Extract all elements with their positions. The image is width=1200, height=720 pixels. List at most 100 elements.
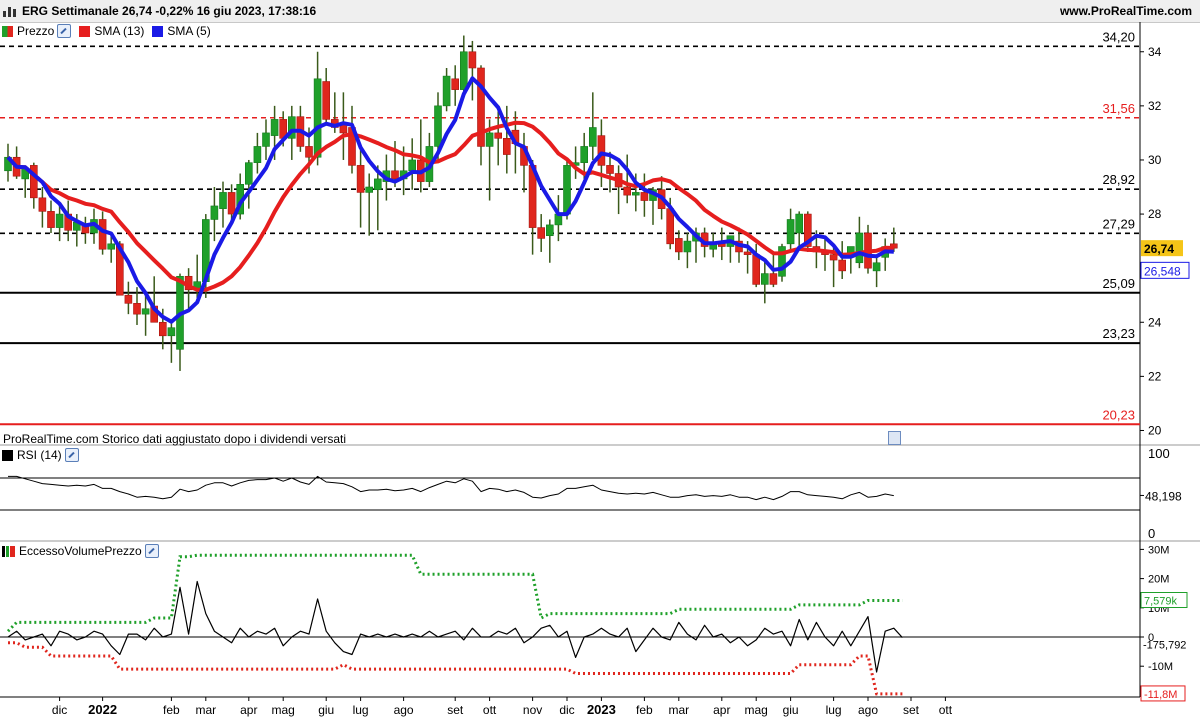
volume-excess-panel: -20M-10M010M20M30M7,579k-11,8M-175,792: [0, 544, 1188, 702]
candle-up: [855, 216, 864, 269]
legend-item-sma5[interactable]: SMA (5): [152, 24, 211, 38]
wrench-icon[interactable]: [57, 24, 72, 38]
time-tick-label: feb: [636, 703, 653, 717]
candle-body: [159, 321, 167, 337]
candle-up: [778, 243, 786, 282]
candle-down: [864, 224, 872, 274]
wrench-icon[interactable]: [64, 448, 79, 462]
chart-canvas: 202224262830323434,2031,5628,9227,2925,0…: [0, 22, 1200, 717]
candle-body: [47, 211, 55, 228]
time-tick-label: lug: [826, 703, 842, 717]
candle-up: [554, 195, 563, 242]
rsi-line: [8, 475, 894, 501]
time-tick-label: giu: [783, 703, 799, 717]
volume-tick-label: 30M: [1148, 544, 1169, 556]
time-tick-label: dic: [52, 703, 67, 717]
volume-lower-band: [8, 641, 903, 696]
time-tick-label: 2023: [587, 702, 616, 717]
level-label: 25,09: [1102, 276, 1135, 291]
rsi-swatch-icon: [2, 449, 13, 461]
time-tick-label: mar: [668, 703, 689, 717]
calculator-icon[interactable]: [888, 431, 901, 445]
candle-body: [245, 162, 253, 185]
time-tick-label: dic: [559, 703, 574, 717]
legend-label-sma13: SMA (13): [94, 24, 145, 38]
sma5-line: [6, 76, 894, 324]
candle-body: [606, 165, 614, 174]
candle-body: [631, 192, 640, 196]
candle-down: [838, 241, 847, 279]
legend-item-volume-excess[interactable]: EccessoVolumePrezzo: [2, 544, 159, 558]
legend-item-rsi[interactable]: RSI (14): [2, 448, 79, 462]
time-tick-label: set: [903, 703, 920, 717]
candle-up: [176, 273, 184, 371]
level-label: 34,20: [1102, 29, 1135, 44]
candle-body: [786, 219, 795, 245]
candle-down: [38, 187, 47, 228]
candle-body: [167, 327, 176, 337]
volume-last-label: -175,792: [1143, 640, 1186, 652]
candle-body: [769, 273, 778, 285]
candle-down: [150, 276, 158, 323]
legend-item-price[interactable]: Prezzo: [2, 24, 72, 38]
candle-up: [683, 233, 692, 269]
price-legend: Prezzo SMA (13) SMA (5): [2, 23, 219, 39]
sma5-badge-text: 26,548: [1144, 264, 1181, 278]
level-label: 23,23: [1102, 326, 1135, 341]
sma13-swatch-icon: [79, 25, 91, 37]
candle-body: [485, 132, 494, 147]
candle-up: [245, 159, 253, 209]
candle-swatch-icon: [2, 25, 13, 37]
candle-body: [219, 192, 227, 209]
candle-up: [253, 132, 262, 174]
candle-down: [64, 200, 72, 242]
candle-body: [838, 259, 847, 272]
candle-body: [872, 262, 881, 272]
candle-body: [752, 254, 761, 285]
legend-label-price: Prezzo: [17, 24, 55, 38]
candle-up: [872, 257, 881, 288]
candle-down: [29, 162, 38, 209]
candle-down: [356, 146, 365, 228]
candle-down: [81, 216, 90, 244]
candle-body: [365, 186, 374, 193]
price-tick-label: 22: [1148, 369, 1162, 383]
time-tick-label: ott: [483, 703, 497, 717]
wrench-icon[interactable]: [144, 544, 159, 558]
volume-lower-badge-text: -11,8M: [1144, 689, 1177, 701]
legend-label-sma5: SMA (5): [167, 24, 211, 38]
candle-body: [391, 170, 399, 180]
rsi-legend: RSI (14): [2, 447, 87, 463]
candle-body: [98, 219, 107, 250]
indicator-bars-icon: [2, 545, 15, 557]
candle-up: [588, 92, 597, 160]
candle-body: [743, 251, 752, 255]
candle-down: [451, 65, 460, 106]
sma5-badge: 26,548: [1140, 261, 1190, 279]
candle-down: [674, 230, 683, 261]
volume-excess-line: [7, 580, 903, 673]
candle-up: [795, 211, 804, 247]
volume-tick-label: -10M: [1148, 661, 1173, 673]
legend-label-volume-excess: EccessoVolumePrezzo: [19, 544, 142, 558]
time-tick-label: feb: [163, 703, 180, 717]
candle-down: [640, 173, 649, 217]
candle-body: [588, 127, 597, 147]
candle-down: [623, 154, 632, 204]
candle-body: [227, 192, 236, 215]
candle-body: [434, 105, 442, 147]
candle-body: [451, 78, 460, 90]
legend-item-sma13[interactable]: SMA (13): [79, 24, 144, 38]
candle-body: [623, 186, 632, 196]
price-tick-label: 20: [1148, 423, 1162, 437]
volume-upper-band: [6, 553, 903, 633]
candle-down: [821, 238, 829, 271]
time-axis: dic 2022 feb mar apr mag giu lug ago set ott nov dic…: [52, 697, 953, 717]
candle-body: [133, 303, 141, 315]
price-tick-label: 34: [1148, 45, 1162, 59]
candle-body: [442, 75, 451, 107]
volume-tick-label: 20M: [1148, 574, 1169, 586]
candle-body: [408, 159, 417, 172]
candle-body: [640, 192, 649, 201]
candle-body: [373, 178, 382, 191]
